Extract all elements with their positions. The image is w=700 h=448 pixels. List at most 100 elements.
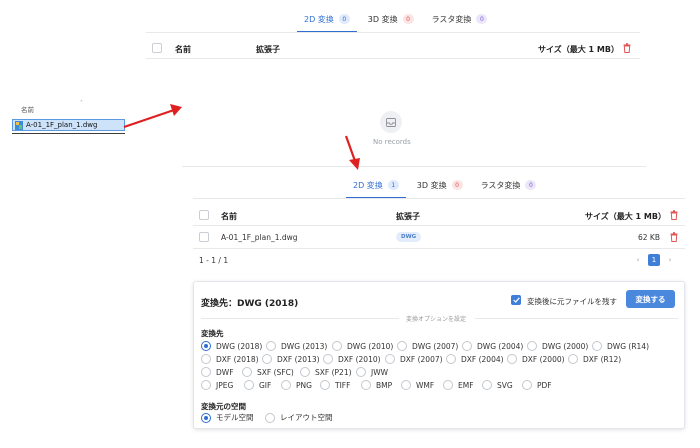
format-option-svg[interactable]: SVG xyxy=(482,380,513,390)
tab-count-badge: 0 xyxy=(476,14,488,24)
format-option-dxf-2013[interactable]: DXF (2013) xyxy=(262,354,320,364)
space-option-layout[interactable]: レイアウト空間 xyxy=(265,412,333,423)
format-option-dwg-2000[interactable]: DWG (2000) xyxy=(527,341,588,351)
option-label: PDF xyxy=(537,380,552,390)
bottom-delete-all-icon[interactable] xyxy=(670,210,678,220)
bottom-tab-3d[interactable]: 3D 変換 0 xyxy=(410,175,470,195)
down-arrow-icon xyxy=(344,135,360,170)
explorer-pane: 名前 ˄ A-01_1F_plan_1.dwg xyxy=(10,98,126,138)
row-ext-badge: DWG xyxy=(396,232,422,242)
format-option-dxf-2000[interactable]: DXF (2000) xyxy=(507,354,565,364)
tab-label: 2D 変換 xyxy=(353,180,383,190)
format-option-sxf-sfc[interactable]: SXF (SFC) xyxy=(242,367,294,377)
tab-count-badge: 1 xyxy=(387,180,399,190)
radio xyxy=(201,367,211,377)
option-label: DWG (2000) xyxy=(542,341,589,351)
table-row: A-01_1F_plan_1.dwg DWG 62 KB xyxy=(193,226,685,248)
radio xyxy=(320,380,330,390)
format-option-dxf-2010[interactable]: DXF (2010) xyxy=(323,354,381,364)
source-space-label: 変換元の空間 xyxy=(201,402,246,411)
radio xyxy=(397,341,407,351)
format-option-dwg-2013[interactable]: DWG (2013) xyxy=(266,341,327,351)
format-option-wmf[interactable]: WMF xyxy=(401,380,434,390)
radio xyxy=(446,354,456,364)
bottom-tab-2d[interactable]: 2D 変換 1 xyxy=(346,175,406,199)
explorer-col-name: 名前 xyxy=(21,106,34,114)
top-tab-2d[interactable]: 2D 変換 0 xyxy=(297,9,357,33)
option-label: モデル空間 xyxy=(216,413,254,422)
option-label: GIF xyxy=(259,380,272,390)
bottom-col-name: 名前 xyxy=(221,212,237,221)
bottom-tab-divider xyxy=(193,198,685,199)
tab-count-badge: 0 xyxy=(338,14,350,24)
format-option-jpeg[interactable]: JPEG xyxy=(201,380,233,390)
format-option-dxf-r12[interactable]: DXF (R12) xyxy=(568,354,621,364)
target-format-label: 変換先 xyxy=(201,329,224,338)
space-option-model[interactable]: モデル空間 xyxy=(201,412,254,423)
format-option-dxf-2004[interactable]: DXF (2004) xyxy=(446,354,504,364)
top-col-name: 名前 xyxy=(175,45,191,54)
option-label: DXF (2004) xyxy=(461,354,504,364)
pagination-next-button[interactable]: › xyxy=(664,254,676,266)
top-select-all-checkbox[interactable] xyxy=(152,43,162,53)
panel-title: 変換先：DWG (2018) xyxy=(201,299,299,309)
bottom-tab-bar: 2D 変換 1 3D 変換 0 ラスタ変換 0 xyxy=(346,175,544,199)
radio xyxy=(323,354,333,364)
option-label: SXF (SFC) xyxy=(257,367,294,377)
format-option-gif[interactable]: GIF xyxy=(244,380,271,390)
bottom-tab-raster[interactable]: ラスタ変換 0 xyxy=(474,175,544,195)
tab-label: 3D 変換 xyxy=(416,180,447,190)
format-option-jww[interactable]: JWW xyxy=(356,367,388,377)
format-option-png[interactable]: PNG xyxy=(281,380,312,390)
radio xyxy=(482,380,492,390)
options-divider-right xyxy=(475,318,678,319)
format-option-dwf[interactable]: DWF xyxy=(201,367,234,377)
row-checkbox[interactable] xyxy=(199,232,209,242)
top-tab-divider xyxy=(146,32,640,33)
radio xyxy=(443,380,453,390)
radio xyxy=(262,354,272,364)
bottom-select-all-checkbox[interactable] xyxy=(199,210,209,220)
radio xyxy=(385,354,395,364)
top-col-size: サイズ（最大 1 MB） xyxy=(538,45,619,54)
radio xyxy=(201,354,211,364)
format-option-dwg-2010[interactable]: DWG (2010) xyxy=(332,341,393,351)
option-label: JWW xyxy=(371,367,389,377)
top-tab-3d[interactable]: 3D 変換 0 xyxy=(361,9,421,29)
options-divider-left xyxy=(201,318,399,319)
option-label: SXF (P21) xyxy=(315,367,352,377)
convert-button[interactable]: 変換する xyxy=(626,290,675,308)
format-option-dwg-2007[interactable]: DWG (2007) xyxy=(397,341,458,351)
top-header-divider xyxy=(146,58,640,59)
top-tab-bar: 2D 変換 0 3D 変換 0 ラスタ変換 0 xyxy=(297,9,495,33)
radio xyxy=(244,380,254,390)
format-option-pdf[interactable]: PDF xyxy=(522,380,552,390)
pagination-page-1[interactable]: 1 xyxy=(648,254,660,266)
format-option-emf[interactable]: EMF xyxy=(443,380,474,390)
format-option-bmp[interactable]: BMP xyxy=(361,380,392,390)
option-label: DWG (2018) xyxy=(216,341,263,351)
radio xyxy=(361,380,371,390)
explorer-file-item[interactable]: A-01_1F_plan_1.dwg xyxy=(12,119,125,131)
format-option-dwg-2018[interactable]: DWG (2018) xyxy=(201,341,262,351)
format-option-tiff[interactable]: TIFF xyxy=(320,380,350,390)
row-delete-icon[interactable] xyxy=(670,232,678,242)
format-option-dxf-2007[interactable]: DXF (2007) xyxy=(385,354,443,364)
radio xyxy=(507,354,517,364)
bottom-col-ext: 拡張子 xyxy=(396,212,420,221)
option-label: TIFF xyxy=(335,380,351,390)
top-delete-all-icon[interactable] xyxy=(623,43,631,53)
format-option-dwg-r14[interactable]: DWG (R14) xyxy=(592,341,649,351)
option-label: DXF (R12) xyxy=(583,354,622,364)
format-option-dwg-2004[interactable]: DWG (2004) xyxy=(462,341,523,351)
format-option-sxf-p21[interactable]: SXF (P21) xyxy=(300,367,352,377)
keep-original-label: 変換後に元ファイルを残す xyxy=(527,297,617,306)
top-tab-raster[interactable]: ラスタ変換 0 xyxy=(425,9,495,29)
radio-selected xyxy=(201,412,211,423)
radio xyxy=(356,367,366,377)
option-label: DWG (2007) xyxy=(412,341,459,351)
pagination-prev-button[interactable]: ‹ xyxy=(632,254,644,266)
format-option-dxf-2018[interactable]: DXF (2018) xyxy=(201,354,259,364)
radio-selected xyxy=(201,341,211,351)
keep-original-checkbox[interactable] xyxy=(511,295,521,305)
